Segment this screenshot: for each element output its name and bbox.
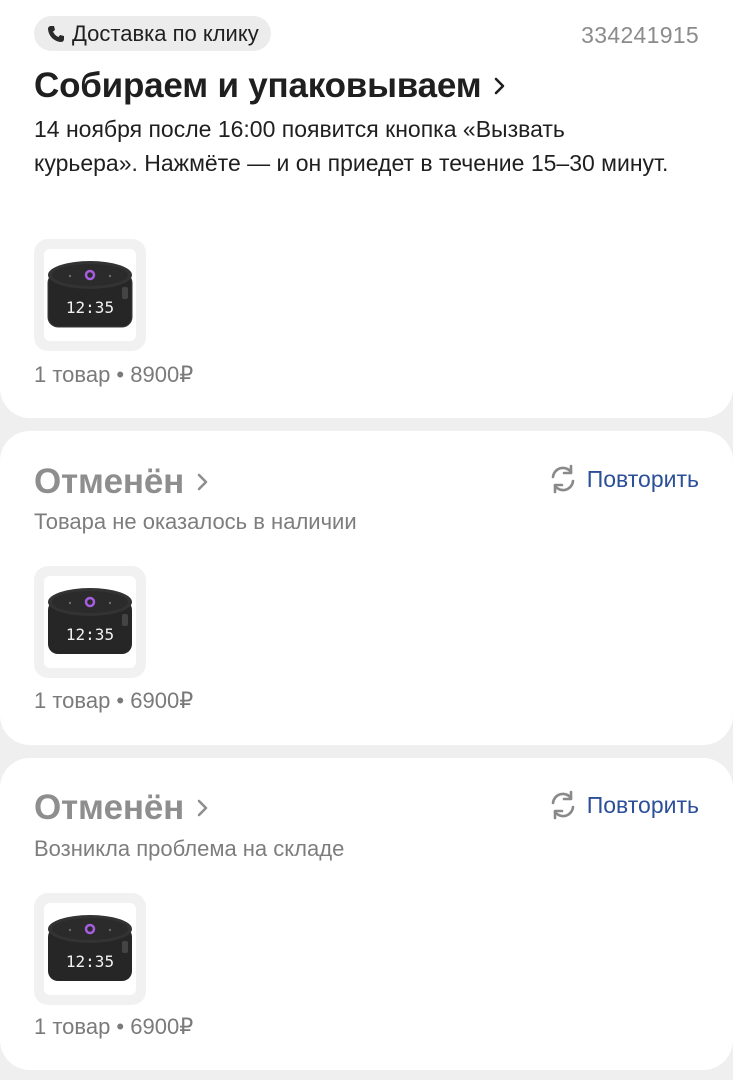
smart-speaker-image: 12:35 (47, 261, 133, 328)
cancel-reason: Товара не оказалось в наличии (34, 509, 357, 534)
delivery-tag: Доставка по клику (34, 16, 271, 51)
order-status-link[interactable]: Отменён (34, 788, 212, 828)
chevron-right-icon (197, 473, 208, 491)
refresh-icon (551, 790, 575, 820)
order-card-cancelled[interactable]: Отменён Повторить Возникла проблема на с… (0, 758, 733, 1070)
order-status-link[interactable]: Отменён (34, 462, 212, 502)
speaker-clock-display: 12:35 (66, 625, 114, 644)
order-status-title: Отменён (34, 462, 185, 501)
order-status-title: Собираем и упаковываем (34, 66, 482, 105)
speaker-clock-display: 12:35 (66, 952, 114, 971)
order-summary: 1 товар • 8900₽ (34, 362, 194, 387)
product-thumbnail[interactable]: 12:35 (34, 893, 146, 1005)
repeat-order-button[interactable]: Повторить (547, 789, 699, 821)
delivery-tag-label: Доставка по клику (72, 20, 259, 46)
refresh-icon (551, 464, 575, 494)
chevron-right-icon (197, 799, 208, 817)
phone-icon (48, 25, 64, 42)
order-description: 14 ноября после 16:00 появится кнопка «В… (34, 116, 669, 176)
order-status-title: Отменён (34, 788, 185, 827)
repeat-order-label: Повторить (586, 791, 699, 818)
smart-speaker-image: 12:35 (48, 588, 132, 654)
order-summary: 1 товар • 6900₽ (34, 688, 194, 713)
repeat-order-button[interactable]: Повторить (547, 463, 699, 495)
speaker-clock-display: 12:35 (66, 298, 114, 317)
product-thumbnail[interactable]: 12:35 (34, 566, 146, 678)
chevron-right-icon (495, 77, 505, 95)
order-summary: 1 товар • 6900₽ (34, 1014, 194, 1039)
repeat-order-label: Повторить (586, 465, 699, 492)
order-status-link[interactable]: Собираем и упаковываем (34, 66, 509, 106)
product-thumbnail[interactable]: 12:35 (34, 239, 146, 351)
order-number: 334241915 (581, 22, 699, 48)
order-card-active[interactable]: Доставка по клику 334241915 Собираем и у… (0, 0, 733, 418)
smart-speaker-image: 12:35 (48, 915, 132, 981)
cancel-reason: Возникла проблема на складе (34, 836, 345, 861)
order-card-cancelled[interactable]: Отменён Повторить Товара не оказалось в … (0, 431, 733, 745)
